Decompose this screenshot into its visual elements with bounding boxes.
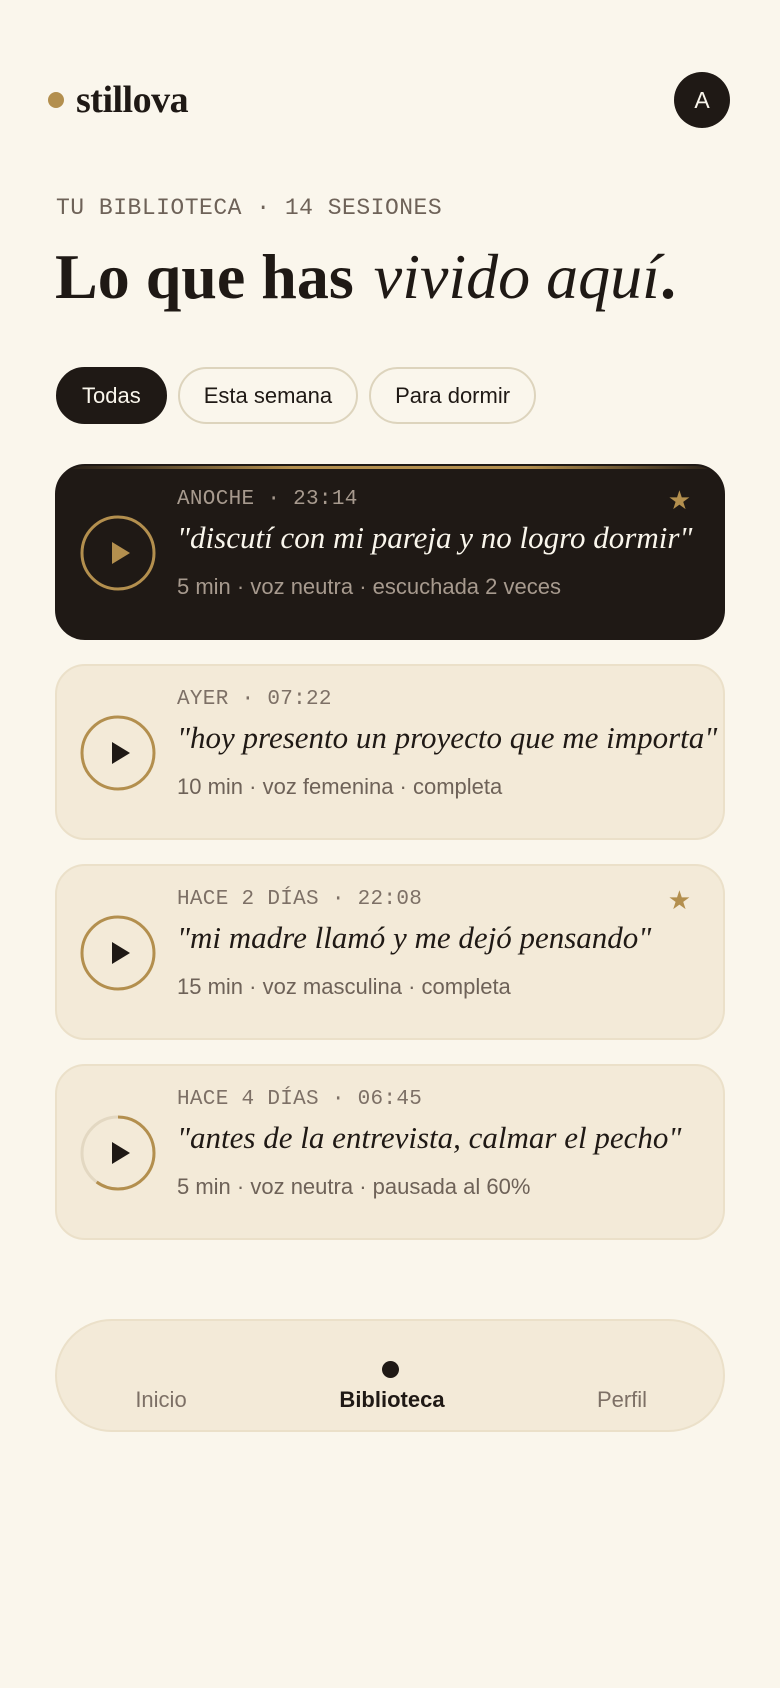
page-title: Lo que has vivido aquí. xyxy=(55,241,676,312)
play-icon xyxy=(80,1115,156,1191)
play-button[interactable] xyxy=(79,914,157,992)
play-button[interactable] xyxy=(79,514,157,592)
play-icon xyxy=(80,715,156,791)
active-indicator-dot xyxy=(382,1361,399,1378)
filter-chip-para-dormir[interactable]: Para dormir xyxy=(369,367,537,424)
session-time: ANOCHE · 23:14 xyxy=(177,488,358,511)
nav-item-biblioteca[interactable]: Biblioteca xyxy=(339,1387,444,1413)
play-icon xyxy=(80,515,156,591)
session-detail: 5 min · voz neutra · escuchada 2 veces xyxy=(177,574,561,599)
nav-item-inicio[interactable]: Inicio xyxy=(135,1387,186,1413)
session-quote: "antes de la entrevista, calmar el pecho… xyxy=(177,1120,682,1155)
star-icon[interactable]: ★ xyxy=(668,886,691,916)
brand-name: stillova xyxy=(76,79,189,121)
session-card[interactable]: HACE 2 DÍAS · 22:08 ★ "mi madre llamó y … xyxy=(55,864,725,1040)
session-time: AYER · 07:22 xyxy=(177,688,332,711)
play-button[interactable] xyxy=(79,1114,157,1192)
library-eyebrow: TU BIBLIOTECA · 14 SESIONES xyxy=(56,195,443,221)
brand-dot-icon xyxy=(48,92,64,108)
session-detail: 10 min · voz femenina · completa xyxy=(177,774,503,799)
brand-logo[interactable]: stillova xyxy=(48,78,189,122)
session-card[interactable]: AYER · 07:22 "hoy presento un proyecto q… xyxy=(55,664,725,840)
session-quote: "mi madre llamó y me dejó pensando" xyxy=(177,920,652,955)
title-bold: Lo que has xyxy=(55,241,354,312)
avatar-button[interactable]: A xyxy=(674,72,730,128)
title-italic: vivido aquí xyxy=(373,241,660,312)
app-header: stillova A xyxy=(48,72,730,128)
title-period: . xyxy=(659,241,676,312)
nav-item-perfil[interactable]: Perfil xyxy=(597,1387,647,1413)
star-icon[interactable]: ★ xyxy=(668,486,691,516)
bottom-nav: Inicio Biblioteca Perfil xyxy=(55,1319,725,1432)
session-detail: 15 min · voz masculina · completa xyxy=(177,974,511,999)
session-card[interactable]: ANOCHE · 23:14 ★ "discutí con mi pareja … xyxy=(55,464,725,640)
play-button[interactable] xyxy=(79,714,157,792)
session-time: HACE 4 DÍAS · 06:45 xyxy=(177,1088,423,1111)
session-quote: "hoy presento un proyecto que me importa… xyxy=(177,720,718,755)
session-card[interactable]: HACE 4 DÍAS · 06:45 "antes de la entrevi… xyxy=(55,1064,725,1240)
card-highlight-line xyxy=(57,466,723,469)
session-detail: 5 min · voz neutra · pausada al 60% xyxy=(177,1174,531,1199)
session-quote: "discutí con mi pareja y no logro dormir… xyxy=(177,520,693,555)
filter-chips: Todas Esta semana Para dormir xyxy=(56,367,547,424)
play-icon xyxy=(80,915,156,991)
filter-chip-esta-semana[interactable]: Esta semana xyxy=(177,367,359,424)
filter-chip-todas[interactable]: Todas xyxy=(56,367,167,424)
session-time: HACE 2 DÍAS · 22:08 xyxy=(177,888,423,911)
